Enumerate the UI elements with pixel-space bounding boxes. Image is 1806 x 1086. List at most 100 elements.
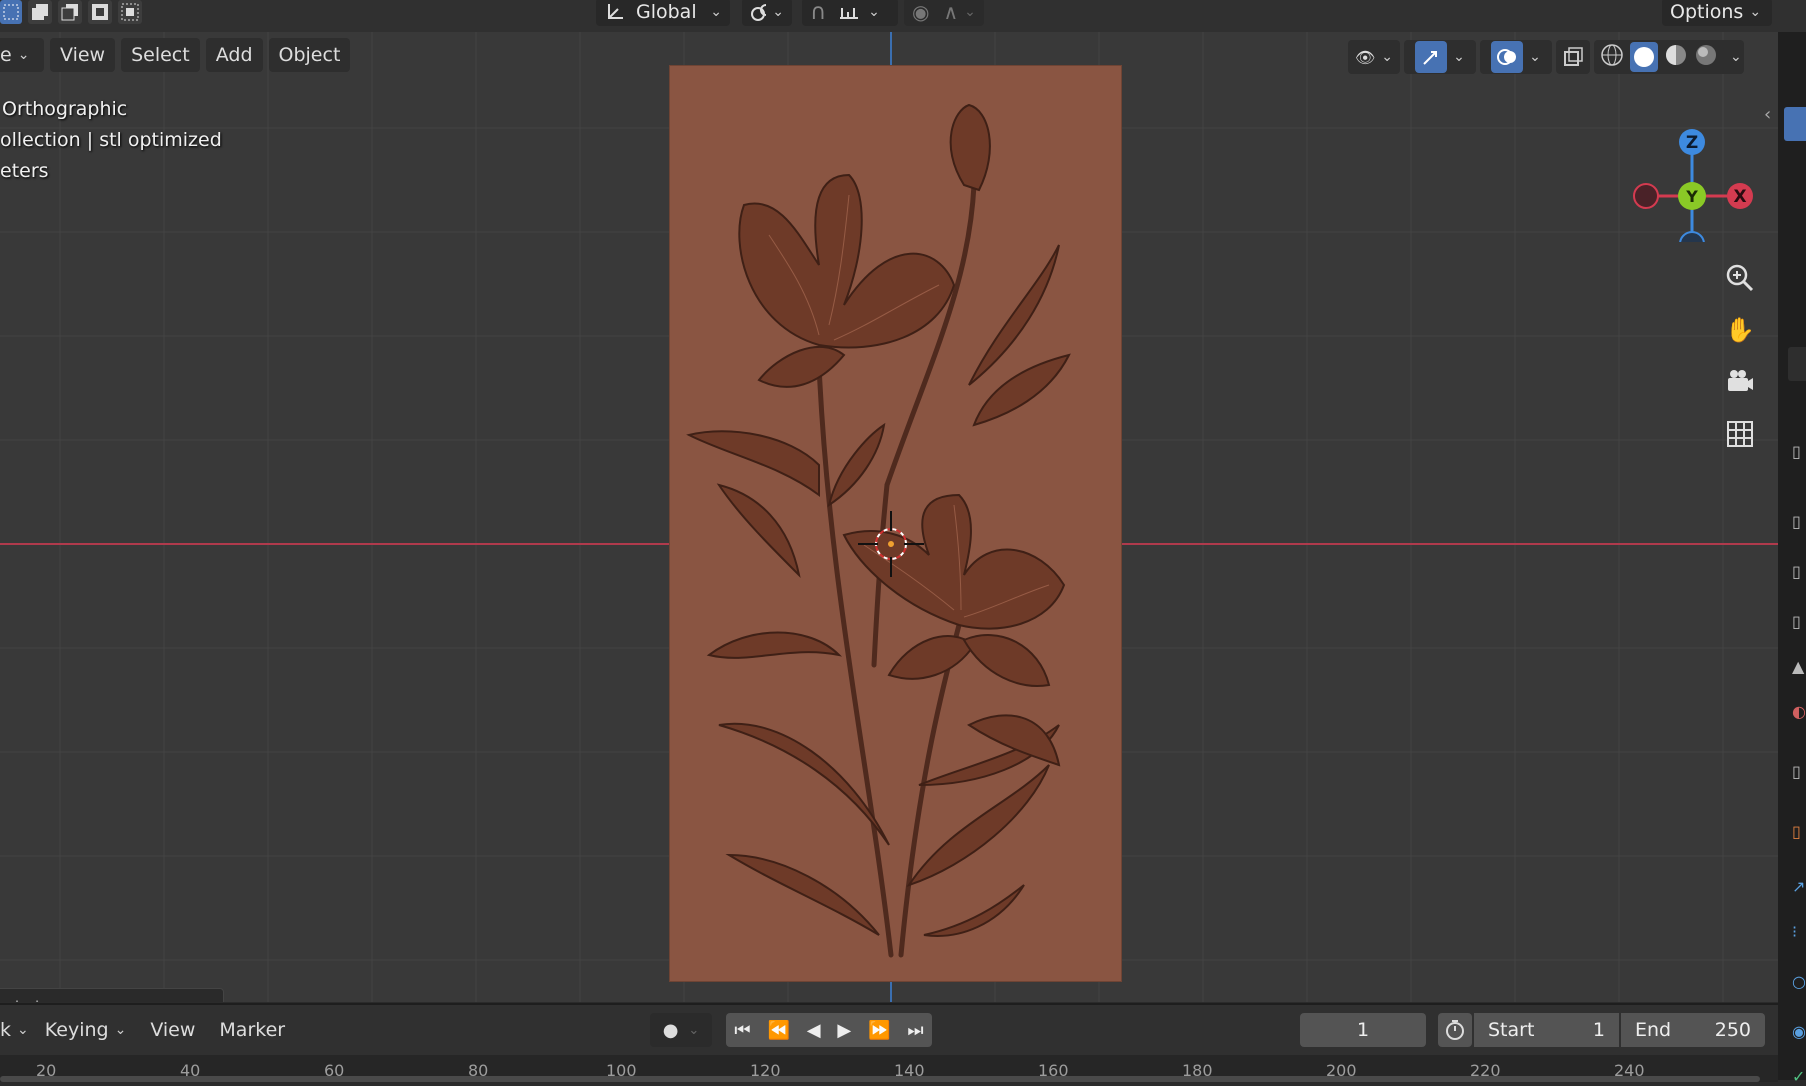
constraints-tab-icon[interactable]: ○	[1792, 972, 1806, 991]
world-tab-icon[interactable]: ◐	[1792, 702, 1806, 721]
object-menu[interactable]: Object	[268, 38, 351, 72]
sidebar-tab[interactable]	[1788, 347, 1806, 381]
interaction-mode-dropdown[interactable]: e ⌄	[0, 38, 44, 72]
eye-icon: 👁	[1354, 47, 1376, 67]
object-tab-icon[interactable]: ▯	[1792, 762, 1801, 781]
orientation-label: Global	[636, 1, 697, 23]
rendered-shading-icon[interactable]	[1694, 43, 1718, 71]
shading-mode-group: ⌄	[1594, 40, 1744, 74]
solid-shading-icon[interactable]	[1630, 42, 1658, 72]
view-mode-text: Orthographic	[2, 98, 128, 120]
navigation-gizmo[interactable]: Z X Y	[1620, 92, 1770, 242]
chevron-down-icon: ⌄	[1381, 49, 1394, 65]
auto-keying-group: ● ⌄	[650, 1013, 712, 1047]
visibility-dropdown[interactable]: 👁 ⌄	[1348, 40, 1400, 74]
properties-tab-strip: ▯ ▯ ▯ ▯ ▲ ◐ ▯ ▯ ↗ ⁝ ○ ◉ ✓	[1778, 32, 1806, 1086]
tool-tab-icon[interactable]: ▯	[1792, 442, 1801, 461]
neg-z-axis-handle	[1679, 231, 1705, 242]
svg-text:X: X	[1733, 187, 1746, 207]
chevron-down-icon: ⌄	[17, 1022, 29, 1038]
orientation-icon	[608, 4, 623, 19]
select-box-icon[interactable]	[0, 0, 22, 24]
viewport-header-toolbar: Global ⌄ ⌄ ∩ ⌄ ◉ ∧ ⌄ Options ⌄	[0, 0, 1806, 33]
playback-dropdown[interactable]: k ⌄	[0, 1014, 37, 1046]
view-menu[interactable]: View	[50, 38, 116, 72]
jump-end-icon[interactable]: ⏭	[907, 1020, 923, 1041]
chevron-down-icon: ⌄	[772, 4, 784, 20]
chevron-down-icon: ⌄	[1453, 49, 1465, 65]
data-tab-icon[interactable]: ◉	[1792, 1022, 1806, 1041]
chevron-down-icon: ⌄	[710, 4, 722, 20]
snap-increment-icon[interactable]	[838, 2, 862, 22]
chevron-down-icon: ⌄	[17, 47, 30, 63]
options-dropdown[interactable]: Options ⌄	[1662, 0, 1772, 26]
ortho-grid-icon[interactable]	[1720, 414, 1760, 454]
material-shading-icon[interactable]	[1664, 43, 1688, 71]
active-sidebar-tab[interactable]	[1784, 107, 1806, 141]
units-text: eters	[0, 160, 49, 182]
wireframe-shading-icon[interactable]	[1600, 43, 1624, 71]
gizmo-toggle[interactable]: ⌄	[1404, 40, 1476, 74]
pivot-point-dropdown[interactable]: ⌄	[742, 0, 792, 26]
viewport-info-overlay: Orthographic ollection | stl optimized e…	[0, 94, 222, 187]
next-keyframe-icon[interactable]: ⏩	[868, 1020, 890, 1041]
scene-tab-icon[interactable]: ▲	[1792, 657, 1804, 676]
options-label: Options	[1670, 1, 1744, 23]
falloff-icon[interactable]: ∧	[943, 0, 958, 24]
pan-hand-icon[interactable]: ✋	[1720, 310, 1760, 350]
proportional-edit-icon[interactable]: ◉	[912, 0, 929, 24]
chevron-down-icon: ⌄	[114, 1022, 127, 1038]
add-menu[interactable]: Add	[205, 38, 263, 72]
pivot-icon	[751, 4, 767, 21]
jump-start-icon[interactable]: ⏮	[734, 1020, 750, 1041]
material-tab-icon[interactable]: ✓	[1792, 1067, 1805, 1086]
transform-orientation-dropdown[interactable]: Global ⌄	[596, 0, 730, 26]
play-icon[interactable]: ▶	[837, 1020, 851, 1041]
timeline-scrollbar[interactable]	[0, 1076, 1760, 1082]
current-frame-field[interactable]: 1	[1300, 1013, 1426, 1047]
gizmo-icon[interactable]	[1415, 41, 1448, 73]
select-subtract-icon[interactable]	[58, 0, 82, 24]
neg-x-axis-handle	[1633, 183, 1659, 209]
chevron-down-icon[interactable]: ⌄	[688, 1023, 699, 1038]
xray-icon	[1564, 47, 1583, 66]
keying-dropdown[interactable]: Keying ⌄	[37, 1014, 135, 1046]
timeline-view-menu[interactable]: View	[142, 1014, 203, 1046]
particles-tab-icon[interactable]: ↗	[1792, 877, 1805, 896]
chevron-down-icon: ⌄	[1749, 4, 1762, 20]
svg-text:Y: Y	[1685, 187, 1698, 206]
playback-controls: ⏮ ⏪ ◀ ▶ ⏩ ⏭	[726, 1013, 932, 1047]
select-extend-icon[interactable]	[28, 0, 52, 24]
physics-tab-icon[interactable]: ⁝	[1792, 922, 1797, 941]
overlays-icon[interactable]	[1491, 41, 1524, 73]
stopwatch-icon	[1446, 1020, 1464, 1040]
play-reverse-icon[interactable]: ◀	[807, 1020, 821, 1041]
preview-range-toggle[interactable]	[1438, 1013, 1472, 1047]
select-intersect-icon[interactable]	[118, 0, 142, 24]
modifier-tab-icon[interactable]: ▯	[1792, 822, 1801, 841]
chevron-down-icon: ⌄	[964, 4, 976, 20]
3d-viewport[interactable]: e ⌄ View Select Add Object Orthographic …	[0, 32, 1778, 1002]
prev-keyframe-icon[interactable]: ⏪	[767, 1020, 789, 1041]
xray-toggle[interactable]	[1556, 40, 1590, 74]
select-invert-icon[interactable]	[88, 0, 112, 24]
proportional-edit-group: ◉ ∧ ⌄	[904, 0, 984, 26]
render-tab-icon[interactable]: ▯	[1792, 512, 1801, 531]
svg-text:Z: Z	[1686, 133, 1698, 153]
select-menu[interactable]: Select	[121, 38, 200, 72]
marker-menu[interactable]: Marker	[211, 1014, 293, 1046]
camera-view-icon[interactable]	[1720, 362, 1760, 402]
end-frame-field[interactable]: End 250	[1621, 1013, 1765, 1047]
last-operator-panel[interactable]: otate	[0, 988, 224, 1002]
view-layer-tab-icon[interactable]: ▯	[1792, 612, 1801, 631]
record-icon[interactable]: ●	[663, 1020, 679, 1041]
3d-cursor-icon[interactable]	[856, 509, 926, 579]
zoom-icon[interactable]	[1720, 258, 1760, 298]
overlays-toggle[interactable]: ⌄	[1480, 40, 1552, 74]
output-tab-icon[interactable]: ▯	[1792, 562, 1801, 581]
viewport-menu-bar: e ⌄ View Select Add Object	[0, 38, 351, 72]
chevron-down-icon[interactable]: ⌄	[1730, 49, 1742, 65]
snap-magnet-icon[interactable]: ∩	[810, 0, 826, 25]
chevron-down-icon: ⌄	[1529, 49, 1541, 65]
start-frame-field[interactable]: Start 1	[1474, 1013, 1619, 1047]
